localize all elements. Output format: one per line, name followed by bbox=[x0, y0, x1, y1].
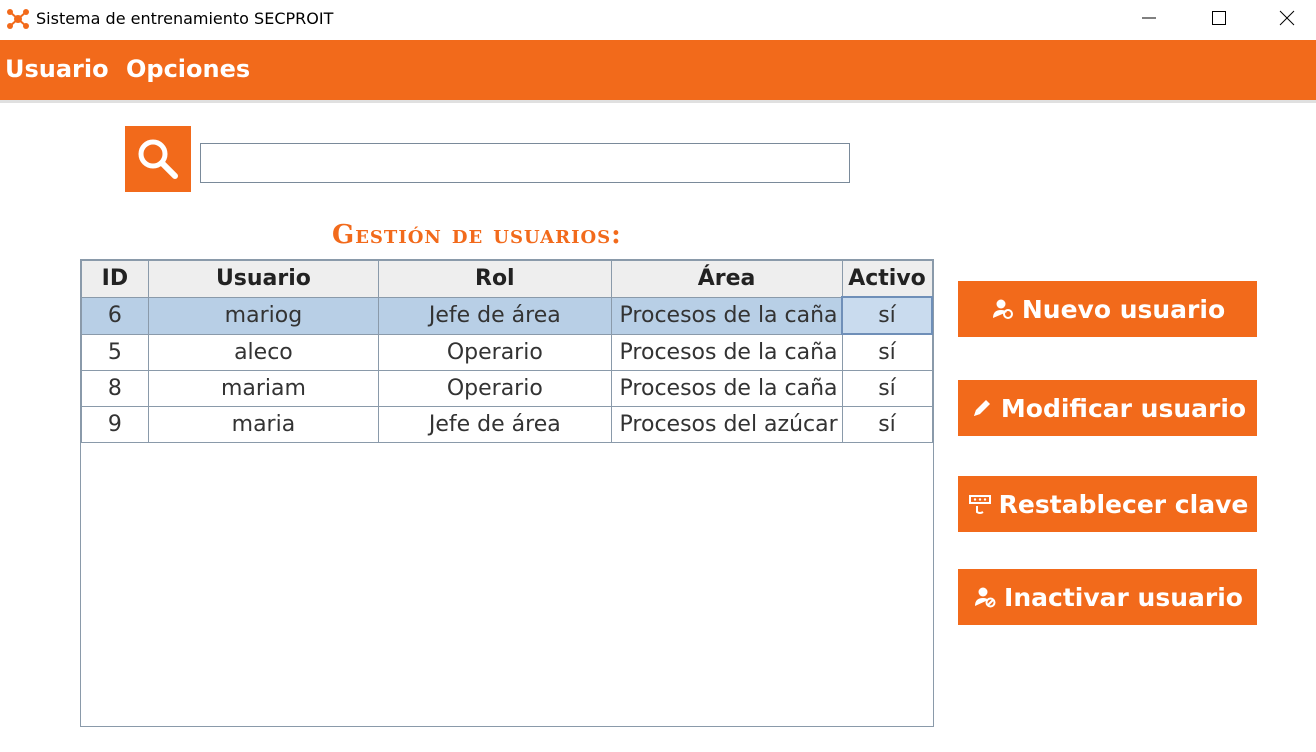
close-button[interactable] bbox=[1252, 0, 1316, 36]
cell-id[interactable]: 8 bbox=[81, 370, 149, 407]
cell-usuario[interactable]: maria bbox=[147, 406, 380, 443]
password-icon bbox=[967, 491, 993, 517]
cell-area[interactable]: Procesos de la caña bbox=[610, 333, 843, 371]
users-table: ID Usuario Rol Área Activo 6 mariog Jefe… bbox=[80, 259, 934, 727]
title-bar: Sistema de entrenamiento SECPROIT bbox=[0, 0, 1316, 38]
window-title: Sistema de entrenamiento SECPROIT bbox=[36, 9, 334, 28]
search-icon bbox=[138, 139, 178, 179]
minimize-icon bbox=[1142, 17, 1156, 19]
cell-activo[interactable]: sí bbox=[841, 406, 933, 443]
column-header-id[interactable]: ID bbox=[81, 260, 149, 298]
modify-user-button[interactable]: Modificar usuario bbox=[958, 380, 1257, 436]
maximize-button[interactable] bbox=[1184, 0, 1254, 36]
cell-id[interactable]: 9 bbox=[81, 406, 149, 443]
new-user-label: Nuevo usuario bbox=[1021, 294, 1226, 324]
menu-opciones[interactable]: Opciones bbox=[126, 55, 250, 83]
cell-activo[interactable]: sí bbox=[841, 333, 933, 371]
cell-area[interactable]: Procesos del azúcar bbox=[610, 406, 843, 443]
section-title: Gestión de usuarios: bbox=[332, 220, 622, 250]
pencil-icon bbox=[969, 395, 995, 421]
search-button[interactable] bbox=[125, 126, 191, 192]
cell-usuario[interactable]: aleco bbox=[147, 333, 380, 371]
new-user-button[interactable]: Nuevo usuario bbox=[958, 281, 1257, 337]
deactivate-user-label: Inactivar usuario bbox=[1004, 582, 1243, 612]
column-header-area[interactable]: Área bbox=[610, 260, 843, 298]
cell-rol[interactable]: Jefe de área bbox=[378, 406, 612, 443]
cell-id[interactable]: 5 bbox=[81, 333, 149, 371]
user-deactivate-icon bbox=[972, 584, 998, 610]
menu-bar: Usuario Opciones bbox=[0, 40, 1316, 103]
cell-rol[interactable]: Jefe de área bbox=[378, 296, 612, 335]
column-header-rol[interactable]: Rol bbox=[378, 260, 612, 298]
cell-rol[interactable]: Operario bbox=[378, 333, 612, 371]
minimize-button[interactable] bbox=[1114, 0, 1184, 36]
table-row[interactable]: 6 mariog Jefe de área Procesos de la cañ… bbox=[81, 296, 933, 335]
table-row[interactable]: 8 mariam Operario Procesos de la caña sí bbox=[81, 370, 933, 407]
app-logo-icon bbox=[7, 9, 29, 29]
cell-usuario[interactable]: mariog bbox=[147, 296, 380, 335]
cell-activo[interactable]: sí bbox=[841, 370, 933, 407]
column-header-usuario[interactable]: Usuario bbox=[147, 260, 380, 298]
user-add-icon bbox=[990, 296, 1016, 322]
modify-user-label: Modificar usuario bbox=[1000, 393, 1247, 423]
close-icon bbox=[1279, 10, 1295, 26]
cell-rol[interactable]: Operario bbox=[378, 370, 612, 407]
cell-area[interactable]: Procesos de la caña bbox=[610, 370, 843, 407]
maximize-icon bbox=[1212, 11, 1226, 25]
reset-password-label: Restablecer clave bbox=[998, 489, 1249, 519]
table-row[interactable]: 5 aleco Operario Procesos de la caña sí bbox=[81, 333, 933, 371]
search-input[interactable] bbox=[200, 143, 850, 183]
cell-activo[interactable]: sí bbox=[841, 296, 933, 335]
cell-usuario[interactable]: mariam bbox=[147, 370, 380, 407]
cell-area[interactable]: Procesos de la caña bbox=[610, 296, 843, 335]
reset-password-button[interactable]: Restablecer clave bbox=[958, 476, 1257, 532]
deactivate-user-button[interactable]: Inactivar usuario bbox=[958, 569, 1257, 625]
column-header-activo[interactable]: Activo bbox=[841, 260, 933, 298]
cell-id[interactable]: 6 bbox=[81, 296, 149, 335]
menu-usuario[interactable]: Usuario bbox=[5, 55, 109, 83]
table-row[interactable]: 9 maria Jefe de área Procesos del azúcar… bbox=[81, 406, 933, 443]
table-header: ID Usuario Rol Área Activo bbox=[81, 260, 933, 298]
